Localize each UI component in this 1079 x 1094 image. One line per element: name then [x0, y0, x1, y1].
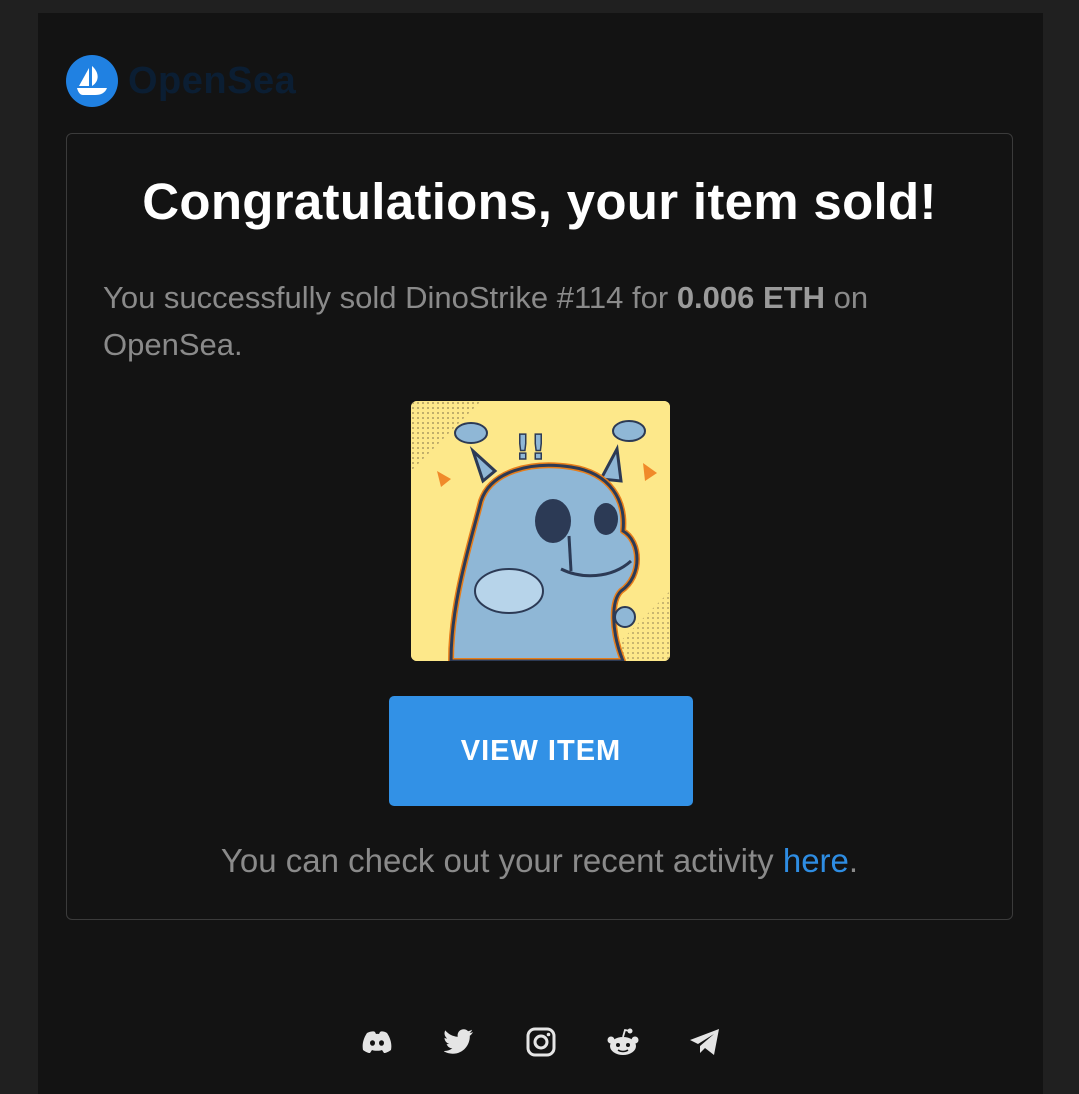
- activity-prefix: You can check out your recent activity: [220, 842, 783, 879]
- sale-card: Congratulations, your item sold! You suc…: [66, 133, 1013, 920]
- discord-icon[interactable]: [360, 1025, 394, 1059]
- page-title: Congratulations, your item sold!: [142, 173, 937, 230]
- reddit-icon[interactable]: [606, 1025, 640, 1059]
- message-prefix: You successfully sold DinoStrike #114 fo…: [103, 280, 677, 315]
- svg-text:!!: !!: [515, 428, 546, 468]
- activity-link[interactable]: here: [783, 842, 849, 879]
- social-links: [38, 1025, 1043, 1059]
- nft-image[interactable]: !!: [411, 401, 670, 661]
- sale-price: 0.006 ETH: [676, 280, 826, 315]
- brand-name: OpenSea: [128, 59, 297, 102]
- activity-suffix: .: [848, 842, 859, 879]
- sale-message: You successfully sold DinoStrike #114 fo…: [103, 274, 963, 368]
- twitter-icon[interactable]: [442, 1025, 476, 1059]
- instagram-icon[interactable]: [524, 1025, 558, 1059]
- email-container: OpenSea Congratulations, your item sold!…: [38, 13, 1043, 1094]
- activity-note: You can check out your recent activity h…: [67, 842, 1012, 880]
- telegram-icon[interactable]: [688, 1025, 722, 1059]
- brand-header[interactable]: OpenSea: [66, 55, 296, 107]
- view-item-button[interactable]: VIEW ITEM: [389, 696, 693, 806]
- opensea-ship-icon: [66, 55, 118, 107]
